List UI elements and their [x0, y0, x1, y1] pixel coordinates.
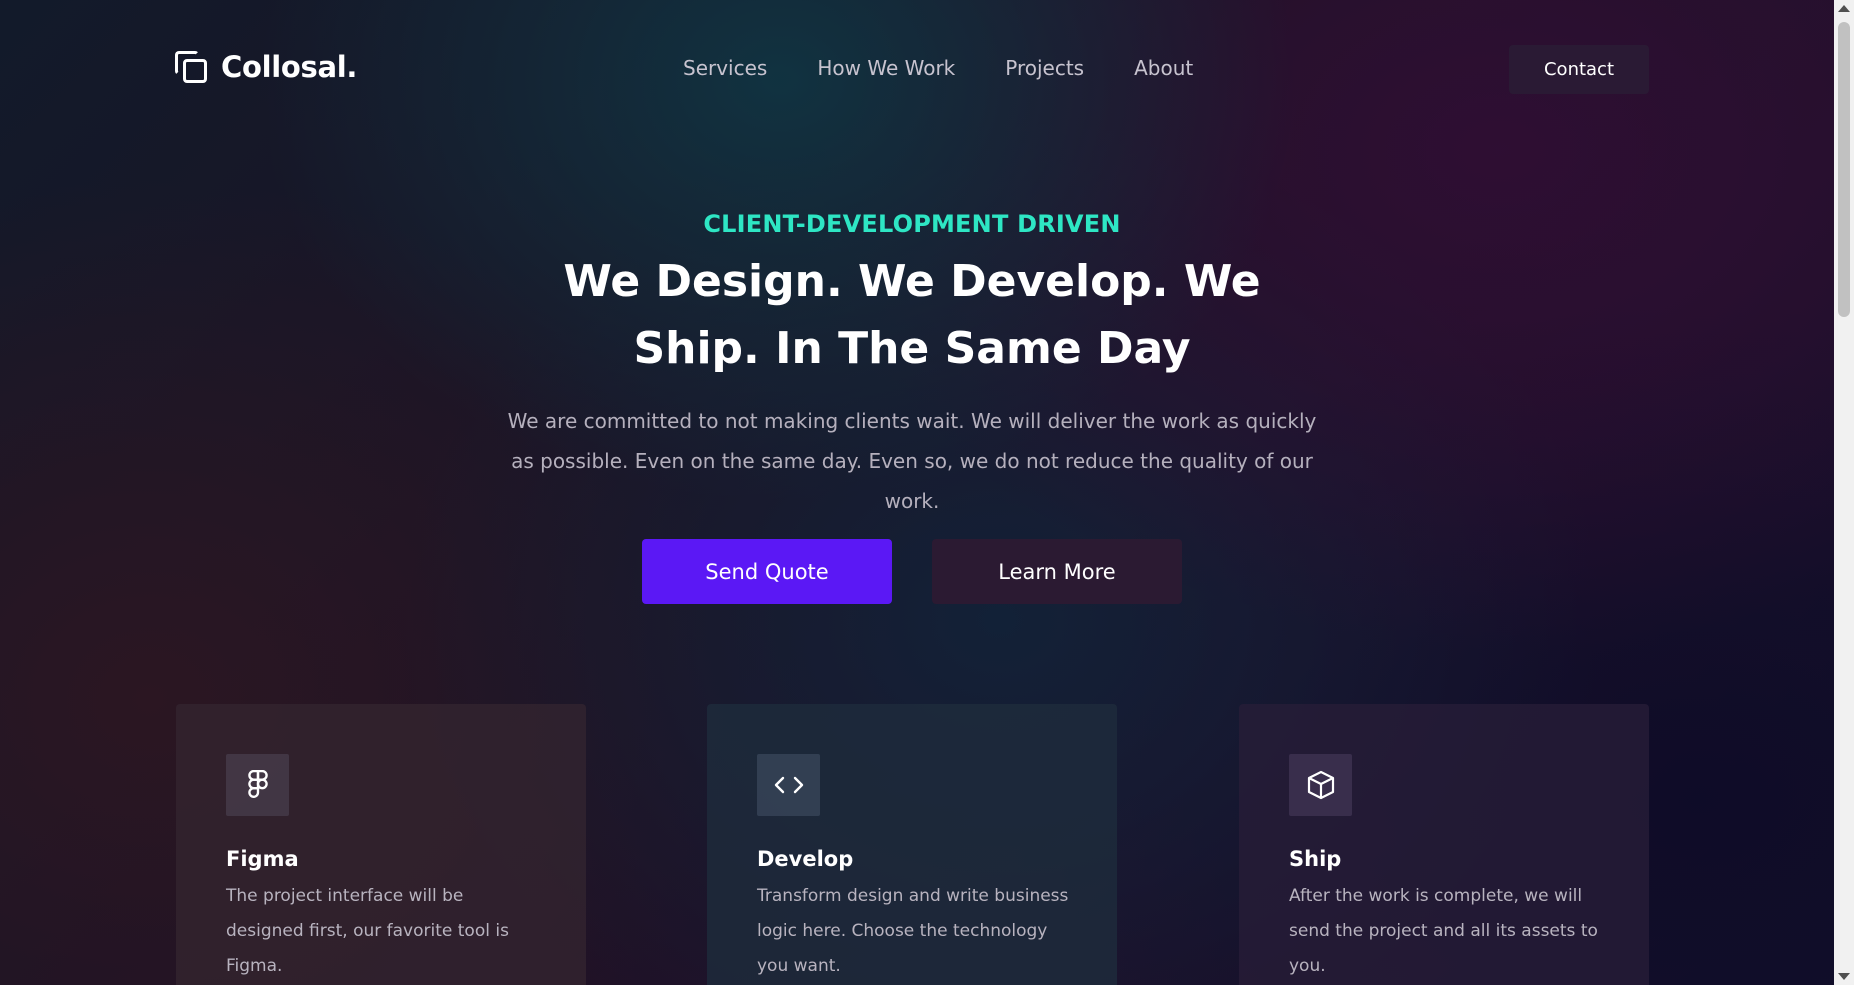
- hero-eyebrow: CLIENT-DEVELOPMENT DRIVEN: [703, 210, 1121, 238]
- nav-item-about[interactable]: About: [1134, 56, 1193, 80]
- card-text: The project interface will be designed f…: [226, 886, 509, 976]
- card-text: After the work is complete, we will send…: [1289, 886, 1598, 976]
- feature-card-develop: Develop Transform design and write busin…: [707, 704, 1117, 985]
- main-nav: Services How We Work Projects About: [683, 56, 1193, 80]
- scroll-down-arrow-icon[interactable]: [1838, 973, 1850, 980]
- nav-item-projects[interactable]: Projects: [1005, 56, 1084, 80]
- learn-more-button[interactable]: Learn More: [932, 539, 1182, 604]
- nav-item-services[interactable]: Services: [683, 56, 767, 80]
- landing-page: Collosal. Services How We Work Projects …: [0, 0, 1834, 985]
- card-title: Ship: [1289, 847, 1342, 871]
- brand-name: Collosal.: [221, 50, 358, 84]
- send-quote-button[interactable]: Send Quote: [642, 539, 892, 604]
- box-icon: [1289, 754, 1352, 816]
- feature-card-ship: Ship After the work is complete, we will…: [1239, 704, 1649, 985]
- card-text: Transform design and write business logi…: [757, 886, 1069, 976]
- hero-subtitle: We are committed to not making clients w…: [507, 409, 1317, 513]
- nav-item-how-we-work[interactable]: How We Work: [817, 56, 955, 80]
- figma-icon: [226, 754, 289, 816]
- code-icon: [757, 754, 820, 816]
- vertical-scrollbar[interactable]: [1834, 0, 1854, 985]
- scrollbar-thumb[interactable]: [1838, 22, 1850, 317]
- scroll-up-arrow-icon[interactable]: [1838, 5, 1850, 12]
- brand-logo[interactable]: Collosal.: [175, 50, 357, 84]
- card-title: Develop: [757, 847, 854, 871]
- card-title: Figma: [226, 847, 299, 871]
- contact-button[interactable]: Contact: [1509, 45, 1649, 94]
- feature-card-figma: Figma The project interface will be desi…: [176, 704, 586, 985]
- copy-squares-icon: [175, 51, 207, 83]
- hero-headline: We Design. We Develop. We Ship. In The S…: [563, 256, 1261, 374]
